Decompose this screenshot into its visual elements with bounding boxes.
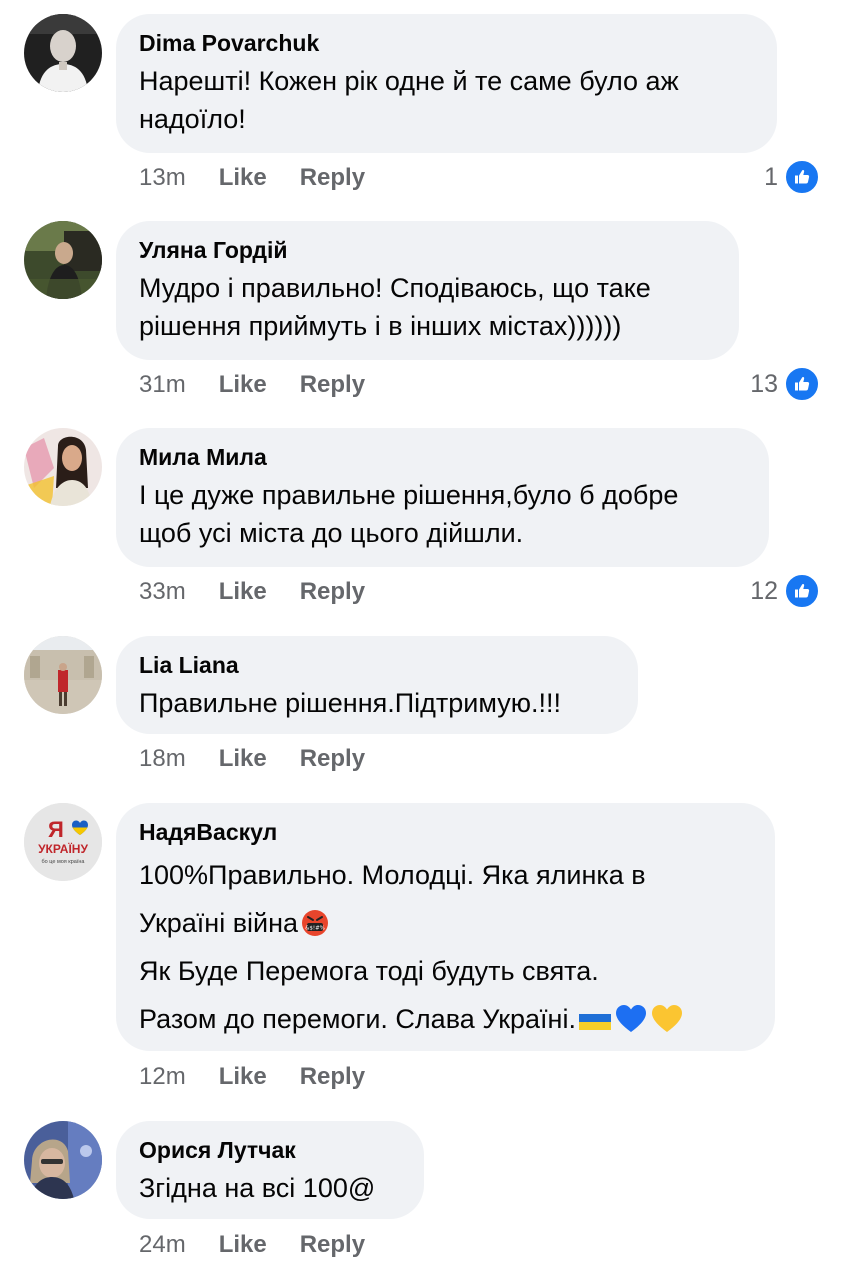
- avatar-image: [24, 1121, 102, 1199]
- comment-text-line: рішення приймуть і в інших містах)))))): [139, 311, 622, 341]
- comment-actions: 33m Like Reply: [139, 577, 365, 607]
- cursing-face-emoji: &$!#%: [300, 908, 330, 938]
- comment-author[interactable]: Мила Мила: [139, 442, 745, 472]
- reaction-count: 13: [750, 369, 778, 398]
- reaction-summary[interactable]: 12: [750, 573, 820, 609]
- comment-time[interactable]: 18m: [139, 745, 186, 773]
- reply-button[interactable]: Reply: [300, 1231, 365, 1259]
- like-button[interactable]: Like: [219, 578, 267, 606]
- like-button[interactable]: Like: [219, 1231, 267, 1259]
- reaction-count: 12: [750, 576, 778, 605]
- comment-bubble: НадяВаскул 100%Правильно. Молодці. Яка я…: [116, 803, 775, 1051]
- comment-time[interactable]: 12m: [139, 1063, 186, 1091]
- avatar[interactable]: [24, 1121, 102, 1199]
- reaction-summary[interactable]: 1: [764, 159, 820, 195]
- thumbs-up-icon: [784, 159, 820, 195]
- comment-text-line: щоб усі міста до цього дійшли.: [139, 518, 524, 548]
- avatar-image: Я УКРАЇНУ бо це моя країна: [24, 803, 102, 881]
- comment-actions: 13m Like Reply: [139, 163, 365, 193]
- avatar[interactable]: [24, 428, 102, 506]
- comment-text-line: 100%Правильно. Молодці. Яка ялинка в: [139, 860, 646, 890]
- avatar-image: [24, 221, 102, 299]
- comment-text: Мудро і правильно! Сподіваюсь, що таке р…: [139, 269, 715, 345]
- comment-author[interactable]: Lia Liana: [139, 650, 614, 680]
- reply-button[interactable]: Reply: [300, 578, 365, 606]
- comment-time[interactable]: 33m: [139, 578, 186, 606]
- comment-text: Правильне рішення.Підтримую.!!!: [139, 684, 614, 722]
- avatar-text: бо це моя країна: [42, 859, 86, 865]
- comment-text-fragment: Разом до перемоги. Слава Україні.: [139, 1004, 576, 1034]
- like-button[interactable]: Like: [219, 1063, 267, 1091]
- comment-bubble: Dima Povarchuk Нарешті! Кожен рік одне й…: [116, 14, 777, 153]
- comment-text-line: Разом до перемоги. Слава Україні.: [139, 995, 751, 1043]
- thumbs-up-icon: [784, 573, 820, 609]
- avatar[interactable]: [24, 221, 102, 299]
- comment-text-line: Згідна на всі 100@: [139, 1173, 376, 1203]
- reaction-summary[interactable]: 13: [750, 366, 820, 402]
- avatar-text: Я: [48, 817, 64, 842]
- comment-actions: 18m Like Reply: [139, 744, 365, 774]
- blue-heart-emoji: [614, 1004, 648, 1034]
- ukraine-flag-emoji: [578, 1010, 612, 1034]
- comment-bubble: Уляна Гордій Мудро і правильно! Сподіваю…: [116, 221, 739, 360]
- comment-bubble: Lia Liana Правильне рішення.Підтримую.!!…: [116, 636, 638, 734]
- comment-bubble: Мила Мила І це дуже правильне рішення,бу…: [116, 428, 769, 567]
- comment-text: Нарешті! Кожен рік одне й те саме було а…: [139, 62, 753, 138]
- comment-author[interactable]: НадяВаскул: [139, 817, 751, 847]
- like-button[interactable]: Like: [219, 371, 267, 399]
- comment-text-line: Мудро і правильно! Сподіваюсь, що таке: [139, 273, 651, 303]
- comment-text-line: Як Буде Перемога тоді будуть свята.: [139, 956, 599, 986]
- yellow-heart-emoji: [650, 1004, 684, 1034]
- comment-actions: 24m Like Reply: [139, 1230, 365, 1260]
- comment-text-line: Нарешті! Кожен рік одне й те саме було а…: [139, 66, 679, 96]
- reaction-count: 1: [764, 162, 778, 191]
- reply-button[interactable]: Reply: [300, 164, 365, 192]
- comment-text-line: Україні війна &$!#%: [139, 899, 751, 947]
- thumbs-up-icon: [784, 366, 820, 402]
- avatar-image: [24, 14, 102, 92]
- comment-actions: 31m Like Reply: [139, 370, 365, 400]
- svg-text:&$!#%: &$!#%: [305, 926, 325, 932]
- comment-bubble: Орися Лутчак Згідна на всі 100@: [116, 1121, 424, 1219]
- reply-button[interactable]: Reply: [300, 1063, 365, 1091]
- avatar[interactable]: [24, 636, 102, 714]
- comment-time[interactable]: 24m: [139, 1231, 186, 1259]
- comment-text-line: І це дуже правильне рішення,було б добре: [139, 480, 679, 510]
- like-button[interactable]: Like: [219, 745, 267, 773]
- comment-text-line: Правильне рішення.Підтримую.!!!: [139, 688, 561, 718]
- avatar-image: [24, 636, 102, 714]
- comment-author[interactable]: Dima Povarchuk: [139, 28, 753, 58]
- comment-text-line: надоїло!: [139, 104, 246, 134]
- avatar[interactable]: [24, 14, 102, 92]
- comment-actions: 12m Like Reply: [139, 1062, 365, 1092]
- avatar-text: УКРАЇНУ: [38, 841, 88, 856]
- like-button[interactable]: Like: [219, 164, 267, 192]
- comment-text: Згідна на всі 100@: [139, 1169, 400, 1207]
- comment-text-fragment: Україні війна: [139, 908, 299, 938]
- comment-text: І це дуже правильне рішення,було б добре…: [139, 476, 745, 552]
- comment-author[interactable]: Орися Лутчак: [139, 1135, 400, 1165]
- reply-button[interactable]: Reply: [300, 371, 365, 399]
- comment-author[interactable]: Уляна Гордій: [139, 235, 715, 265]
- avatar-image: [24, 428, 102, 506]
- reply-button[interactable]: Reply: [300, 745, 365, 773]
- avatar[interactable]: Я УКРАЇНУ бо це моя країна: [24, 803, 102, 881]
- comment-time[interactable]: 31m: [139, 371, 186, 399]
- comment-time[interactable]: 13m: [139, 164, 186, 192]
- comment-text: 100%Правильно. Молодці. Яка ялинка в Укр…: [139, 851, 751, 1043]
